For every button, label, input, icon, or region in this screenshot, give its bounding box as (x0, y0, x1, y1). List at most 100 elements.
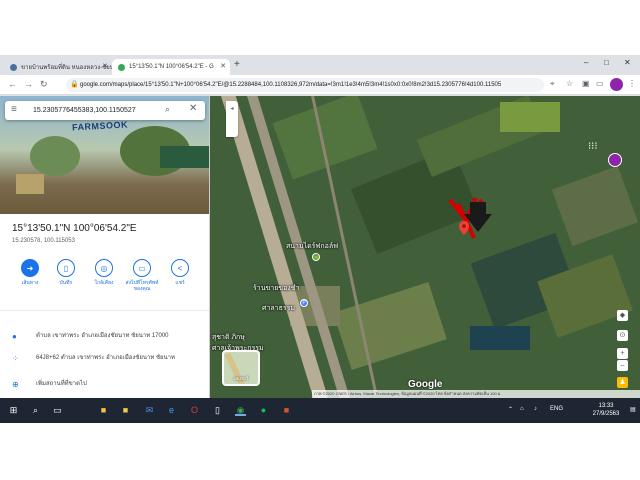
lock-icon: 🔒 (70, 81, 79, 88)
save-button[interactable]: ▯ บันทึก (46, 259, 86, 286)
forward-icon[interactable]: → (24, 79, 33, 89)
layers-button[interactable]: เลเยอร์ (222, 350, 260, 386)
file-explorer-icon[interactable]: ■ (98, 405, 109, 416)
google-logo: Google (408, 379, 443, 390)
place-panel: FARMSOOK ≡ ⌕ ✕ 15°13'50.1"N 100°06'54.2"… (0, 96, 210, 398)
maximize-button[interactable]: □ (604, 58, 609, 67)
pegman-icon[interactable]: ♟ (617, 377, 628, 388)
annotation-arrow (448, 197, 492, 239)
bookmark-icon: ▯ (57, 259, 75, 277)
photo-tree (30, 136, 80, 176)
address-text: google.com/maps/place/15°13'50.1"N+100°0… (80, 82, 502, 88)
input-language[interactable]: ENG (550, 406, 563, 412)
extension-icon[interactable]: ▣ (582, 79, 590, 88)
clear-search-icon[interactable]: ✕ (189, 103, 197, 114)
tab-2-title: 15°13'50.1"N 100°06'54.2"E - G (129, 64, 214, 70)
new-tab-button[interactable]: + (234, 59, 240, 70)
tab-1-favicon-icon (10, 63, 17, 71)
windows-start-icon[interactable]: ⊞ (8, 405, 19, 416)
save-label: บันทึก (59, 280, 73, 286)
chrome-icon[interactable]: ◉ (235, 405, 246, 416)
line-icon[interactable]: ● (258, 405, 269, 416)
share-label: แชร์ (175, 280, 185, 286)
browser-toolbar: ← → ↻ 🔒 google.com/maps/place/15°13'50.1… (0, 75, 640, 95)
back-icon[interactable]: ← (8, 79, 17, 89)
address-bar[interactable]: 🔒 google.com/maps/place/15°13'50.1"N+100… (66, 78, 544, 92)
add-place-icon: ⊕ (12, 380, 19, 389)
location-icon[interactable]: ⌖ (550, 79, 555, 89)
action-bar: ➜ เส้นทาง ▯ บันทึก ◎ ใกล้เคียง ▭ ส่งไปที… (0, 251, 209, 311)
task-view-icon[interactable]: ▭ (52, 405, 63, 416)
satellite-map[interactable]: สนามไดร์ฟกอล์ฟ ⛳ ร้านขายของชำ P ศาลาธรรม… (0, 96, 640, 398)
search-input[interactable] (33, 104, 163, 117)
account-avatar[interactable] (608, 153, 622, 167)
place-photo[interactable]: FARMSOOK ≡ ⌕ ✕ (0, 96, 209, 214)
map-label-golf[interactable]: สนามไดร์ฟกอล์ฟ (286, 241, 338, 252)
golf-poi-icon[interactable]: ⛳ (312, 253, 320, 261)
directions-label: เส้นทาง (21, 280, 39, 286)
tab-1-close-icon[interactable]: ✕ (102, 62, 108, 70)
nearby-icon: ◎ (95, 259, 113, 277)
location-marker-icon[interactable] (459, 221, 469, 235)
collapse-panel-button[interactable]: ◂ (226, 101, 238, 137)
map-label-shop[interactable]: ร้านขายของชำ (253, 283, 299, 294)
profile-avatar[interactable] (610, 78, 623, 91)
search-icon[interactable]: ⌕ (165, 104, 170, 115)
tray-up-arrow-icon[interactable]: ⌃ (508, 406, 513, 413)
plus-code-text: 64J8+62 ตำบล เขาท่าพระ อำเภอเมืองชัยนาท … (36, 355, 176, 361)
nearby-button[interactable]: ◎ ใกล้เคียง (84, 259, 124, 286)
browser-menu-icon[interactable]: ⋮ (628, 79, 636, 88)
layers-label: เลเยอร์ (233, 376, 249, 382)
share-button[interactable]: < แชร์ (160, 259, 200, 286)
send-to-phone-label: ส่งไปที่โทรศัพท์ของคุณ (125, 280, 159, 292)
pin-icon: ● (12, 332, 17, 341)
directions-icon: ➜ (21, 259, 39, 277)
tab-1-title: ขายบ้านพร้อมที่ดิน หนองหลวง-ชัยนาท (21, 65, 112, 71)
minimize-button[interactable]: – (584, 58, 588, 67)
shop-poi-icon[interactable]: P (300, 299, 308, 307)
send-to-phone-button[interactable]: ▭ ส่งไปที่โทรศัพท์ของคุณ (122, 259, 162, 292)
photo-haystack (16, 174, 44, 194)
menu-icon[interactable]: ≡ (11, 104, 17, 115)
opera-icon[interactable]: O (189, 405, 200, 416)
map-label-sala[interactable]: ศาลาธรรม (262, 303, 295, 314)
zoom-in-button[interactable]: + (617, 348, 628, 359)
network-icon[interactable]: ⌂ (520, 406, 524, 412)
add-place-text: เพิ่มสถานที่ที่ขาดไป (36, 381, 87, 387)
my-location-icon[interactable]: ⊙ (617, 330, 628, 341)
edge-icon[interactable]: e (166, 405, 177, 416)
store-icon[interactable]: ■ (120, 405, 131, 416)
notifications-icon[interactable]: ▤ (630, 406, 636, 413)
tab-2[interactable]: 15°13'50.1"N 100°06'54.2"E - G ✕ (112, 59, 230, 75)
tab-1[interactable]: ขายบ้านพร้อมที่ดิน หนองหลวง-ชัยนาท ✕ (4, 59, 112, 75)
map-attribution: ภาพ ©2020 CNES / Airbus, Maxar Technolog… (312, 390, 640, 398)
search-icon[interactable]: ⌕ (30, 405, 41, 416)
photo-sign-text: FARMSOOK (71, 119, 129, 133)
place-decimal-coords: 15.230578, 100.115053 (12, 238, 75, 244)
plus-code-icon: ⁘ (12, 354, 19, 363)
place-title: 15°13'50.1"N 100°06'54.2"E (12, 223, 137, 234)
google-apps-icon[interactable]: ⁝⁝⁝ (588, 141, 598, 152)
mail-icon[interactable]: ✉ (144, 405, 155, 416)
powerpoint-icon[interactable]: ■ (281, 405, 292, 416)
cast-icon[interactable]: ▭ (596, 79, 604, 88)
zoom-out-button[interactable]: – (617, 360, 628, 371)
photo-tent (160, 146, 209, 168)
document-icon[interactable]: ▯ (212, 405, 223, 416)
windows-taskbar: ⊞ ⌕ ▭ ■ ■ ✉ e O ▯ ◉ ● ■ ⌃ ⌂ ♪ ENG 13:33 … (0, 398, 640, 423)
bookmark-star-icon[interactable]: ☆ (566, 79, 573, 88)
fish-pond (470, 326, 530, 350)
reload-icon[interactable]: ↻ (40, 79, 48, 90)
tab-2-favicon-icon (118, 63, 125, 71)
close-window-button[interactable]: ✕ (624, 58, 631, 67)
search-box[interactable]: ≡ ⌕ ✕ (5, 101, 205, 120)
directions-button[interactable]: ➜ เส้นทาง (10, 259, 50, 286)
compass-icon[interactable]: ◆ (617, 310, 628, 321)
taskbar-clock[interactable]: 13:33 27/9/2563 (586, 402, 626, 418)
volume-icon[interactable]: ♪ (534, 406, 537, 412)
field-plot (500, 102, 560, 132)
tab-2-close-icon[interactable]: ✕ (220, 62, 226, 70)
send-to-phone-icon: ▭ (133, 259, 151, 277)
clock-time: 13:33 (598, 403, 614, 409)
map-label-temple-1[interactable]: สุชาติ ภิกษุ (212, 332, 245, 343)
